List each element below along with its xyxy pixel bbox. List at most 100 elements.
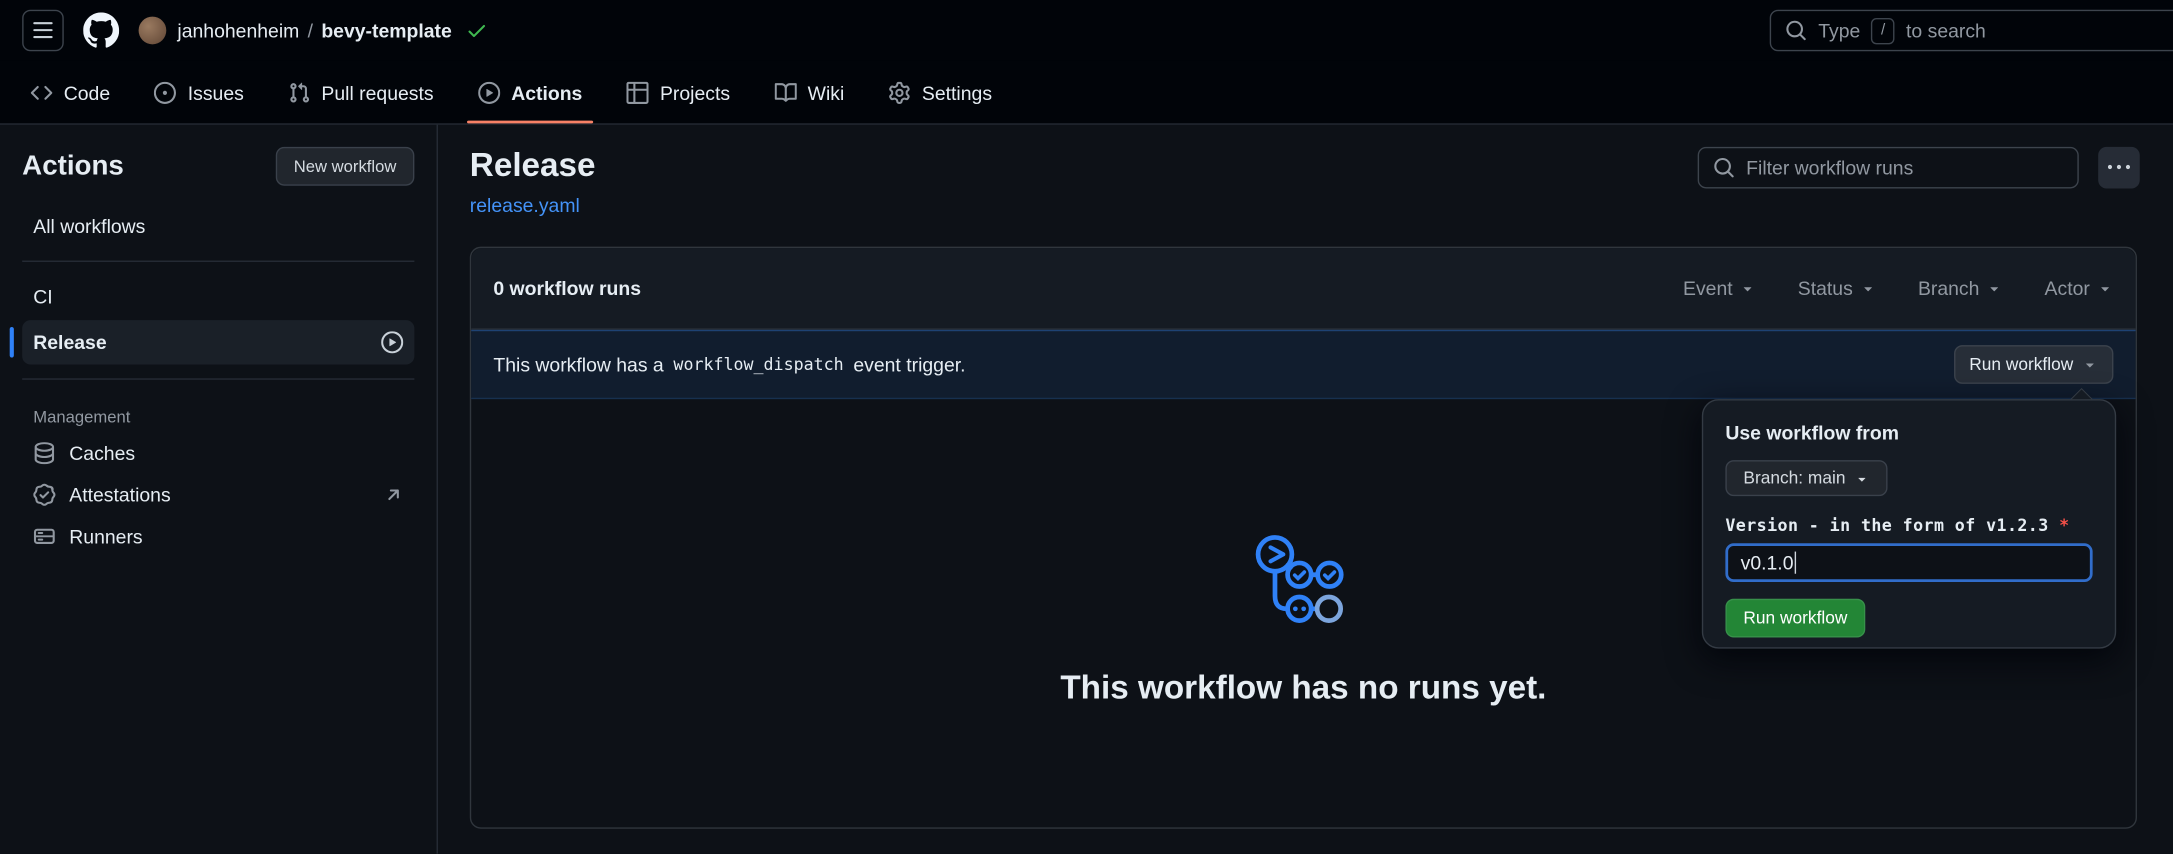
three-bars-icon <box>32 19 54 41</box>
tab-label: Settings <box>922 81 992 103</box>
tab-projects[interactable]: Projects <box>616 61 742 123</box>
workflow-dispatch-banner: This workflow has a workflow_dispatch ev… <box>471 330 2135 399</box>
button-label: Run workflow <box>1969 355 2073 374</box>
page-title: Release <box>470 144 596 188</box>
divider <box>22 378 414 379</box>
search-icon <box>1713 157 1735 179</box>
server-icon <box>33 525 55 547</box>
status-filter-dropdown[interactable]: Status <box>1798 277 1877 299</box>
tab-label: Issues <box>188 81 244 103</box>
avatar[interactable] <box>139 17 167 45</box>
sidebar-item-caches[interactable]: Caches <box>22 432 414 474</box>
sidebar-item-attestations[interactable]: Attestations <box>22 474 414 516</box>
chevron-down-icon <box>2097 280 2114 297</box>
workflow-graph-icon <box>1251 531 1356 631</box>
arrow-up-right-icon <box>384 485 403 504</box>
tab-label: Wiki <box>808 81 845 103</box>
branch-filter-dropdown[interactable]: Branch <box>1918 277 2003 299</box>
run-workflow-panel: Use workflow from Branch: main Version -… <box>1702 399 2116 648</box>
tab-wiki[interactable]: Wiki <box>763 61 855 123</box>
table-icon <box>627 81 649 103</box>
github-mark-icon[interactable] <box>83 12 119 48</box>
breadcrumb-owner-link[interactable]: janhohenheim <box>177 19 299 41</box>
label-text: Version - in the form of v1.2.3 <box>1725 516 2048 535</box>
sidebar-item-ci[interactable]: CI <box>22 276 414 318</box>
repo-nav: Code Issues Pull requests Actions Projec… <box>0 61 2173 125</box>
play-circle-icon <box>381 331 403 353</box>
version-input-label: Version - in the form of v1.2.3 * <box>1725 516 2092 535</box>
panel-title: Use workflow from <box>1725 421 2092 443</box>
workflow-label: Release <box>33 331 106 353</box>
filter-label: Event <box>1683 277 1733 299</box>
sidebar-item-runners[interactable]: Runners <box>22 516 414 558</box>
gear-icon <box>889 81 911 103</box>
tab-issues[interactable]: Issues <box>143 61 255 123</box>
check-icon[interactable] <box>466 19 488 41</box>
chevron-down-icon <box>1740 280 1757 297</box>
divider <box>22 261 414 262</box>
runs-header: 0 workflow runs Event Status Branch <box>471 248 2135 330</box>
tab-label: Pull requests <box>321 81 433 103</box>
verified-icon <box>33 484 55 506</box>
sidebar-item-release[interactable]: Release <box>22 320 414 364</box>
tab-code[interactable]: Code <box>19 61 121 123</box>
workflow-options-button[interactable] <box>2098 147 2140 189</box>
sidebar-item-label: Caches <box>69 442 135 464</box>
tab-actions[interactable]: Actions <box>467 61 594 123</box>
chevron-down-icon <box>2082 356 2099 373</box>
chevron-down-icon <box>1986 280 2003 297</box>
empty-state-message: This workflow has no runs yet. <box>471 669 2135 708</box>
breadcrumb-separator: / <box>308 19 313 41</box>
event-filter-dropdown[interactable]: Event <box>1683 277 1756 299</box>
database-icon <box>33 442 55 464</box>
slash-key-hint: / <box>1871 17 1895 43</box>
filter-label: Status <box>1798 277 1853 299</box>
filter-label: Actor <box>2045 277 2090 299</box>
code-icon <box>30 81 52 103</box>
filter-input[interactable] <box>1746 157 2063 179</box>
management-section-label: Management <box>22 394 414 433</box>
global-menu-button[interactable] <box>22 10 64 52</box>
actor-filter-dropdown[interactable]: Actor <box>2045 277 2114 299</box>
search-icon <box>1785 19 1807 41</box>
github-actions-page: janhohenheim / bevy-template Type / to s… <box>0 0 2173 854</box>
tab-pull-requests[interactable]: Pull requests <box>277 61 445 123</box>
version-input-value: v0.1.0 <box>1741 552 1794 574</box>
git-pull-request-icon <box>288 81 310 103</box>
filter-workflow-runs <box>1698 147 2079 189</box>
sidebar-title: Actions <box>22 150 124 182</box>
main-content: Release release.yaml 0 workflow runs Eve… <box>438 125 2173 854</box>
kebab-horizontal-icon <box>2108 157 2130 179</box>
workflow-file-link[interactable]: release.yaml <box>470 194 580 216</box>
play-icon <box>478 81 500 103</box>
version-input[interactable]: v0.1.0 <box>1725 543 2092 582</box>
chevron-down-icon <box>1854 470 1869 485</box>
search-placeholder-pre: Type <box>1818 19 1860 41</box>
global-search-input[interactable]: Type / to search <box>1770 10 2173 52</box>
sidebar-item-all-workflows[interactable]: All workflows <box>22 205 414 247</box>
actions-sidebar: Actions New workflow All workflows CI Re… <box>0 125 438 854</box>
required-asterisk: * <box>2059 516 2069 535</box>
banner-code: workflow_dispatch <box>673 355 843 374</box>
sidebar-item-label: Runners <box>69 525 142 547</box>
top-bar: janhohenheim / bevy-template Type / to s… <box>0 0 2173 61</box>
tab-label: Code <box>64 81 110 103</box>
sidebar-item-label: Attestations <box>69 484 170 506</box>
search-placeholder-post: to search <box>1906 19 1986 41</box>
tab-label: Projects <box>660 81 730 103</box>
run-workflow-submit-button[interactable]: Run workflow <box>1725 599 1865 638</box>
breadcrumb: janhohenheim / bevy-template <box>139 17 488 45</box>
tab-label: Actions <box>511 81 582 103</box>
tab-settings[interactable]: Settings <box>878 61 1004 123</box>
issue-opened-icon <box>154 81 176 103</box>
banner-text: event trigger. <box>853 353 965 375</box>
book-icon <box>774 81 796 103</box>
text-cursor <box>1795 552 1796 574</box>
filter-label: Branch <box>1918 277 1979 299</box>
banner-text: This workflow has a <box>493 353 663 375</box>
runs-count: 0 workflow runs <box>493 277 641 299</box>
branch-select-button[interactable]: Branch: main <box>1725 460 1887 496</box>
breadcrumb-repo-link[interactable]: bevy-template <box>321 19 451 41</box>
button-label: Branch: main <box>1743 468 1845 487</box>
new-workflow-button[interactable]: New workflow <box>276 147 415 186</box>
